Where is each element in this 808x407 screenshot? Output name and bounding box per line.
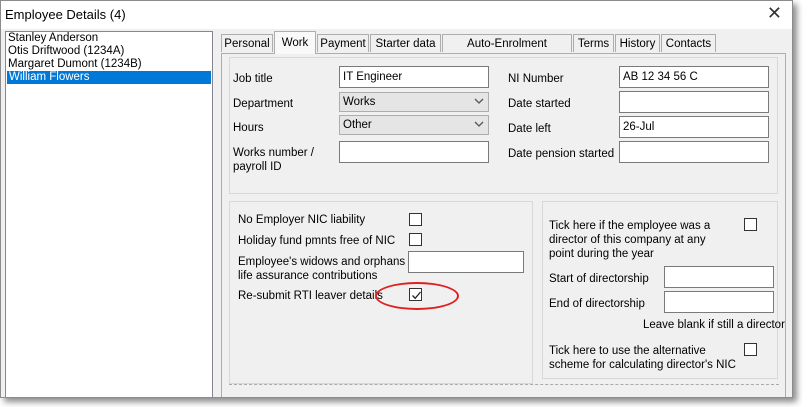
widows-orphans-label-line1: Employee's widows and orphans / (238, 256, 412, 268)
date-started-input[interactable] (619, 91, 769, 113)
holiday-fund-checkbox[interactable] (409, 233, 422, 246)
window-title: Employee Details (4) (5, 7, 126, 22)
close-icon[interactable]: ✕ (767, 3, 782, 24)
tab-payment[interactable]: Payment (317, 34, 369, 52)
chevron-down-icon (474, 98, 484, 104)
department-select-value: Works (343, 96, 376, 108)
widows-orphans-input[interactable] (408, 251, 524, 273)
works-number-input[interactable] (339, 141, 489, 163)
employee-list-item[interactable]: Otis Driftwood (1234A) (6, 45, 212, 58)
title-bar: Employee Details (4) ✕ (1, 1, 792, 29)
employee-list-item-selected[interactable]: William Flowers (7, 71, 211, 84)
holiday-fund-label: Holiday fund pmnts free of NIC (238, 235, 396, 247)
no-employer-nic-label: No Employer NIC liability (238, 214, 366, 226)
highlight-ring (375, 282, 459, 310)
alt-scheme-label-line1: Tick here to use the alternative (549, 345, 706, 357)
hours-label: Hours (233, 122, 264, 134)
chevron-down-icon (474, 121, 484, 127)
tab-personal[interactable]: Personal (221, 34, 273, 52)
tab-work[interactable]: Work (274, 31, 316, 54)
works-number-label-line2: payroll ID (233, 161, 282, 173)
date-pension-started-label: Date pension started (508, 148, 615, 160)
torn-edge (229, 384, 779, 385)
ni-number-input[interactable]: AB 12 34 56 C (619, 66, 769, 88)
alt-scheme-label-line2: scheme for calculating director's NIC (549, 359, 736, 371)
employee-details-window: Employee Details (4) ✕ Stanley Anderson … (0, 0, 793, 398)
end-directorship-input[interactable] (664, 291, 774, 313)
works-number-label-line1: Works number / (233, 147, 314, 159)
start-directorship-input[interactable] (664, 266, 774, 288)
tab-terms[interactable]: Terms (573, 34, 614, 52)
directorship-hint: Leave blank if still a director (643, 319, 785, 331)
was-director-label-line1: Tick here if the employee was a (549, 220, 711, 232)
date-left-label: Date left (508, 123, 551, 135)
start-directorship-label: Start of directorship (549, 273, 649, 285)
alt-scheme-checkbox[interactable] (744, 343, 757, 356)
hours-select[interactable]: Other (339, 115, 489, 135)
was-director-checkbox[interactable] (744, 218, 757, 231)
tab-contacts[interactable]: Contacts (661, 34, 716, 52)
ni-number-label: NI Number (508, 73, 564, 85)
was-director-label-line2: director of this company at any (549, 234, 706, 246)
was-director-label-line3: point during the year (549, 248, 654, 260)
tab-auto-enrolment-pensions[interactable]: Auto-Enrolment pensions (442, 34, 572, 68)
tab-history[interactable]: History (615, 34, 660, 52)
date-left-input[interactable]: 26-Jul (619, 116, 769, 138)
employee-list-item[interactable]: Margaret Dumont (1234B) (6, 58, 212, 71)
department-select[interactable]: Works (339, 92, 489, 112)
resubmit-rti-label: Re-submit RTI leaver details (238, 290, 383, 302)
tab-starter-data[interactable]: Starter data (370, 34, 441, 52)
no-employer-nic-checkbox[interactable] (409, 213, 422, 226)
employee-list-item[interactable]: Stanley Anderson (6, 32, 212, 45)
widows-orphans-label-line2: life assurance contributions (238, 270, 378, 282)
job-title-label: Job title (233, 73, 273, 85)
job-title-input[interactable]: IT Engineer (339, 66, 489, 88)
employee-list[interactable]: Stanley Anderson Otis Driftwood (1234A) … (5, 31, 213, 397)
date-pension-started-input[interactable] (619, 141, 769, 163)
department-label: Department (233, 98, 294, 110)
end-directorship-label: End of directorship (549, 298, 645, 310)
date-started-label: Date started (508, 98, 571, 110)
hours-select-value: Other (343, 119, 372, 131)
